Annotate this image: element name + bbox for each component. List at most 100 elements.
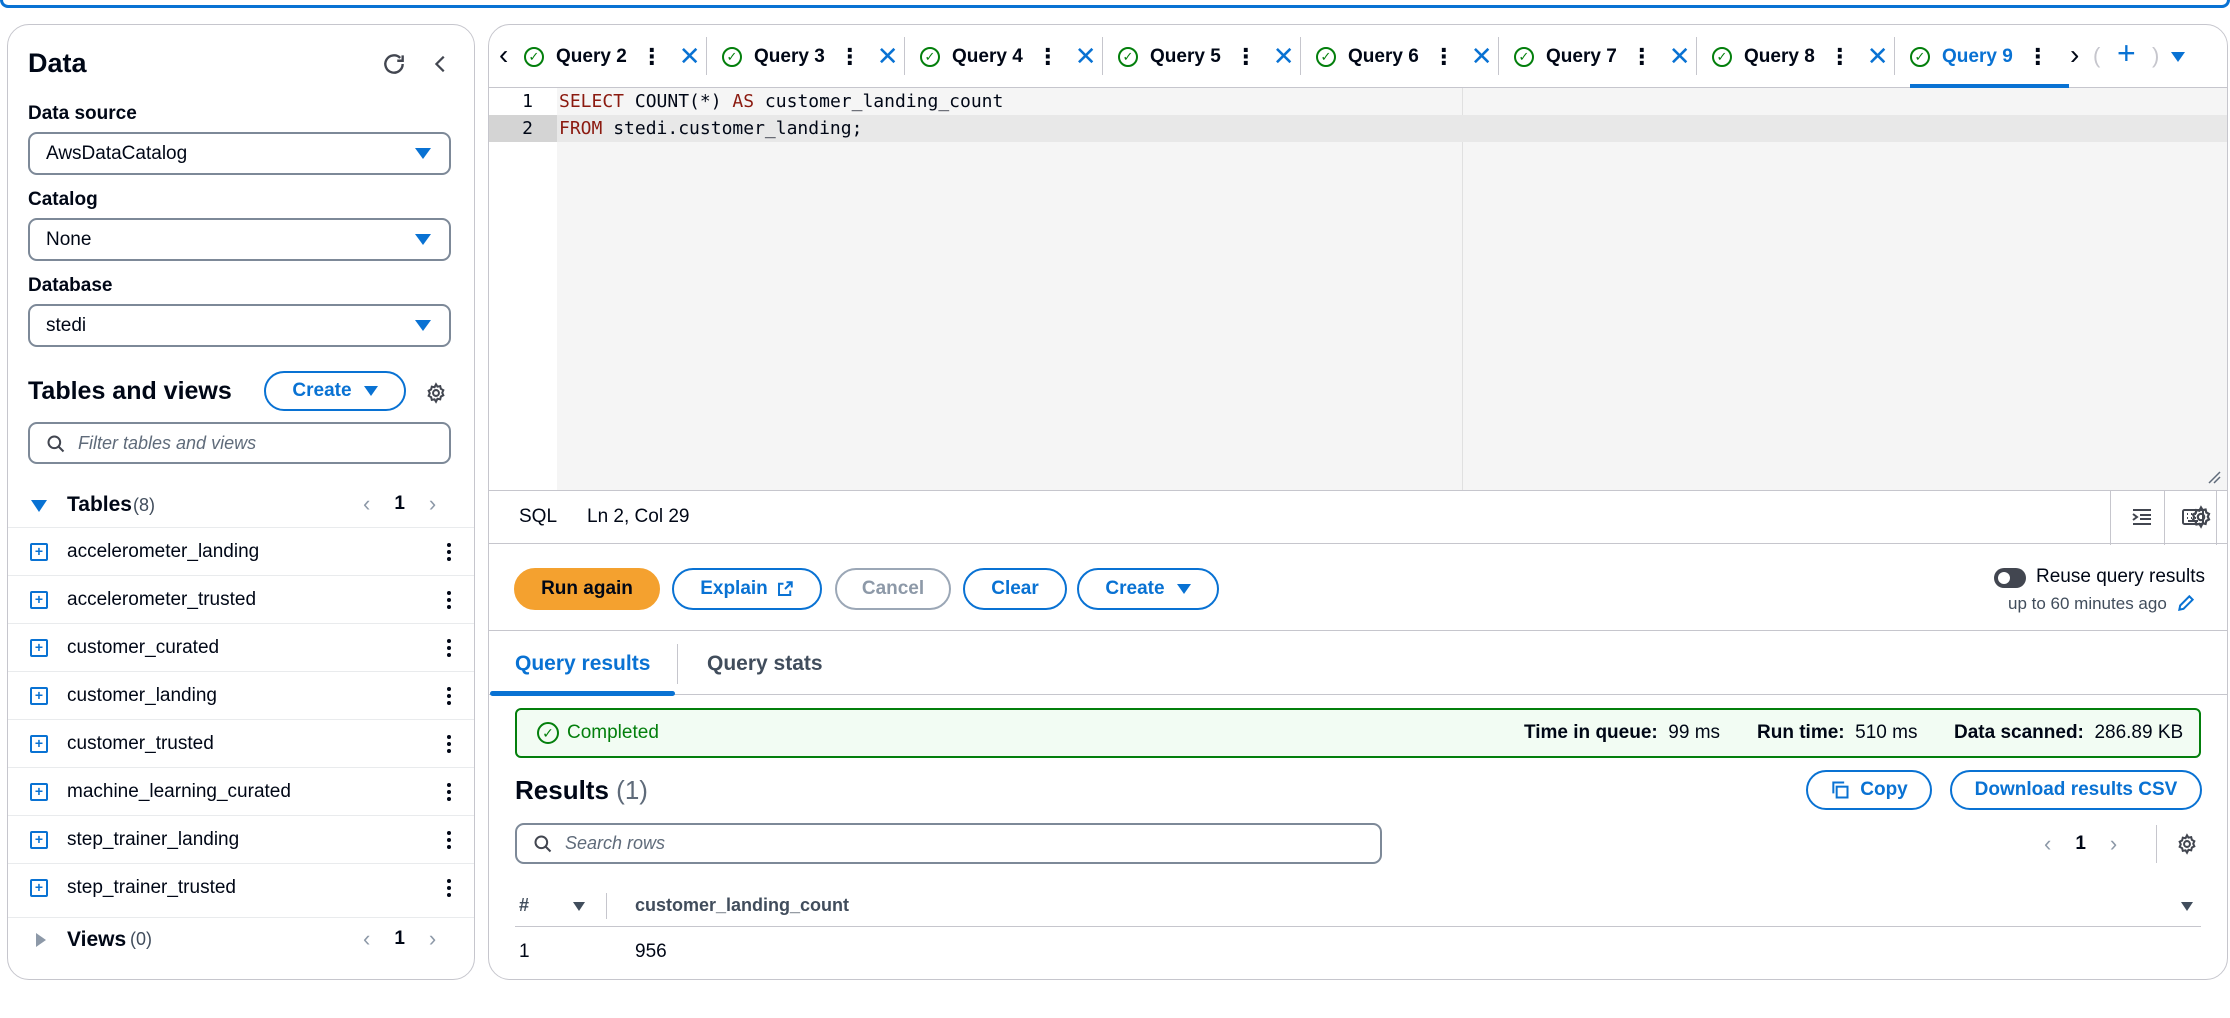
resize-handle-icon[interactable] [2207,470,2221,484]
close-tab-icon[interactable]: ✕ [679,41,701,72]
tab-menu-icon[interactable]: ⋮ [2027,44,2049,70]
database-select[interactable]: stedi [28,304,451,347]
query-tab[interactable]: ✓ Query 8 ⋮ ✕ [1712,25,1889,88]
refresh-icon[interactable] [379,49,409,79]
create-dropdown-button[interactable]: Create [264,371,406,411]
table-row[interactable]: + accelerometer_trusted [8,575,474,623]
more-actions-icon[interactable] [446,542,452,561]
query-tab[interactable]: ✓ Query 7 ⋮ ✕ [1514,25,1691,88]
prev-page-icon[interactable]: ‹ [2044,831,2051,857]
copy-button[interactable]: Copy [1806,770,1932,810]
more-actions-icon[interactable] [446,734,452,753]
indent-icon[interactable] [2130,505,2154,535]
scroll-tabs-left-icon[interactable]: ‹ [499,39,508,71]
table-row[interactable]: + customer_trusted [8,719,474,767]
query-tab[interactable]: ✓ Query 2 ⋮ ✕ [524,25,701,88]
editor-status-bar: SQL Ln 2, Col 29 [489,490,2227,545]
tab-menu-icon[interactable]: ⋮ [1433,44,1455,70]
add-tab-icon[interactable]: + [2117,35,2136,72]
clear-button[interactable]: Clear [963,568,1067,610]
table-row[interactable]: + machine_learning_curated [8,767,474,815]
results-page-number[interactable]: 1 [2075,833,2086,855]
sql-text: stedi.customer_landing; [602,118,863,139]
more-actions-icon[interactable] [446,590,452,609]
edit-pencil-icon[interactable] [2176,593,2196,618]
more-actions-icon[interactable] [446,878,452,897]
prev-page-icon[interactable]: ‹ [363,926,370,952]
catalog-select[interactable]: None [28,218,451,261]
filter-placeholder: Filter tables and views [78,432,257,453]
tab-menu-icon[interactable]: ⋮ [1235,44,1257,70]
cancel-button[interactable]: Cancel [835,568,951,610]
close-tab-icon[interactable]: ✕ [1867,41,1889,72]
table-row[interactable]: + step_trainer_trusted [8,863,474,911]
tables-and-views-title: Tables and views [28,377,232,405]
query-tab[interactable]: ✓ Query 6 ⋮ ✕ [1316,25,1493,88]
next-page-icon[interactable]: › [429,926,436,952]
query-tab[interactable]: ✓ Query 4 ⋮ ✕ [920,25,1097,88]
views-page-number[interactable]: 1 [394,928,405,950]
table-name: customer_curated [67,636,220,658]
data-panel: Data Data source AwsDataCatalog Catalog … [7,24,475,980]
table-row[interactable]: + step_trainer_landing [8,815,474,863]
tab-menu-icon[interactable]: ⋮ [1631,44,1653,70]
table-row[interactable]: + customer_landing [8,671,474,719]
run-again-button[interactable]: Run again [514,568,660,610]
row-value: 956 [635,941,667,962]
table-row[interactable]: + accelerometer_landing [8,527,474,575]
tables-section-header[interactable]: Tables (8) ‹ 1 › [8,483,474,527]
explain-button[interactable]: Explain [672,568,822,610]
print-margin [1462,88,1463,490]
tab-query-results[interactable]: Query results [489,632,676,696]
tab-menu-icon[interactable]: ⋮ [641,44,663,70]
check-circle-icon: ✓ [1316,46,1336,67]
tab-menu-icon[interactable]: ⋮ [839,44,861,70]
collapse-panel-icon[interactable] [426,49,456,79]
query-tab[interactable]: ✓ Query 3 ⋮ ✕ [722,25,899,88]
query-tab[interactable]: ✓ Query 5 ⋮ ✕ [1118,25,1295,88]
filter-tables-input[interactable]: Filter tables and views [28,422,451,464]
divider [2216,491,2217,545]
close-tab-icon[interactable]: ✕ [1075,41,1097,72]
prev-page-icon[interactable]: ‹ [363,491,370,517]
scroll-tabs-right-icon[interactable]: › [2070,39,2079,71]
views-section-header[interactable]: Views (0) ‹ 1 › [8,917,474,961]
close-tab-icon[interactable]: ✕ [1669,41,1691,72]
settings-gear-icon[interactable] [421,378,451,408]
tab-menu-icon[interactable]: ⋮ [1037,44,1059,70]
more-actions-icon[interactable] [446,830,452,849]
more-actions-icon[interactable] [446,686,452,705]
more-actions-icon[interactable] [446,638,452,657]
cursor-position: Ln 2, Col 29 [587,506,690,527]
sort-caret-icon[interactable] [2181,902,2193,911]
sql-editor[interactable]: 1 SELECT COUNT(*) AS customer_landing_co… [489,88,2227,490]
query-tab[interactable]: ✓ Query 9 ⋮ [1910,25,2069,88]
data-source-select[interactable]: AwsDataCatalog [28,132,451,175]
table-name: accelerometer_trusted [67,588,257,610]
tab-query-stats[interactable]: Query stats [707,632,823,695]
table-settings-icon[interactable] [2176,833,2198,860]
column-divider[interactable] [606,893,607,919]
table-icon: + [30,686,48,705]
table-icon: + [30,782,48,801]
reuse-results-toggle[interactable] [1994,568,2026,588]
sort-caret-icon[interactable] [573,902,585,911]
close-tab-icon[interactable]: ✕ [1273,41,1295,72]
query-tab-bar: ‹ ✓ Query 2 ⋮ ✕ ✓ Query 3 ⋮ ✕ ✓ Query 4 ⋮ ✕ ✓ Query 5… [489,25,2227,88]
create-button[interactable]: Create [1077,568,1219,610]
tables-page-number[interactable]: 1 [394,493,405,515]
table-row[interactable]: + customer_curated [8,623,474,671]
tab-label: Query 6 [1348,45,1419,67]
gear-icon[interactable] [2189,505,2213,534]
next-page-icon[interactable]: › [2110,831,2117,857]
tab-menu-icon[interactable]: ⋮ [1829,44,1851,70]
tabs-menu-caret-icon[interactable] [2171,52,2185,62]
column-header[interactable]: customer_landing_count [635,895,849,916]
download-csv-button[interactable]: Download results CSV [1950,770,2202,810]
more-actions-icon[interactable] [446,782,452,801]
tables-pager: ‹ 1 › [363,491,436,517]
close-tab-icon[interactable]: ✕ [1471,41,1493,72]
search-rows-input[interactable]: Search rows [515,823,1382,864]
next-page-icon[interactable]: › [429,491,436,517]
close-tab-icon[interactable]: ✕ [877,41,899,72]
